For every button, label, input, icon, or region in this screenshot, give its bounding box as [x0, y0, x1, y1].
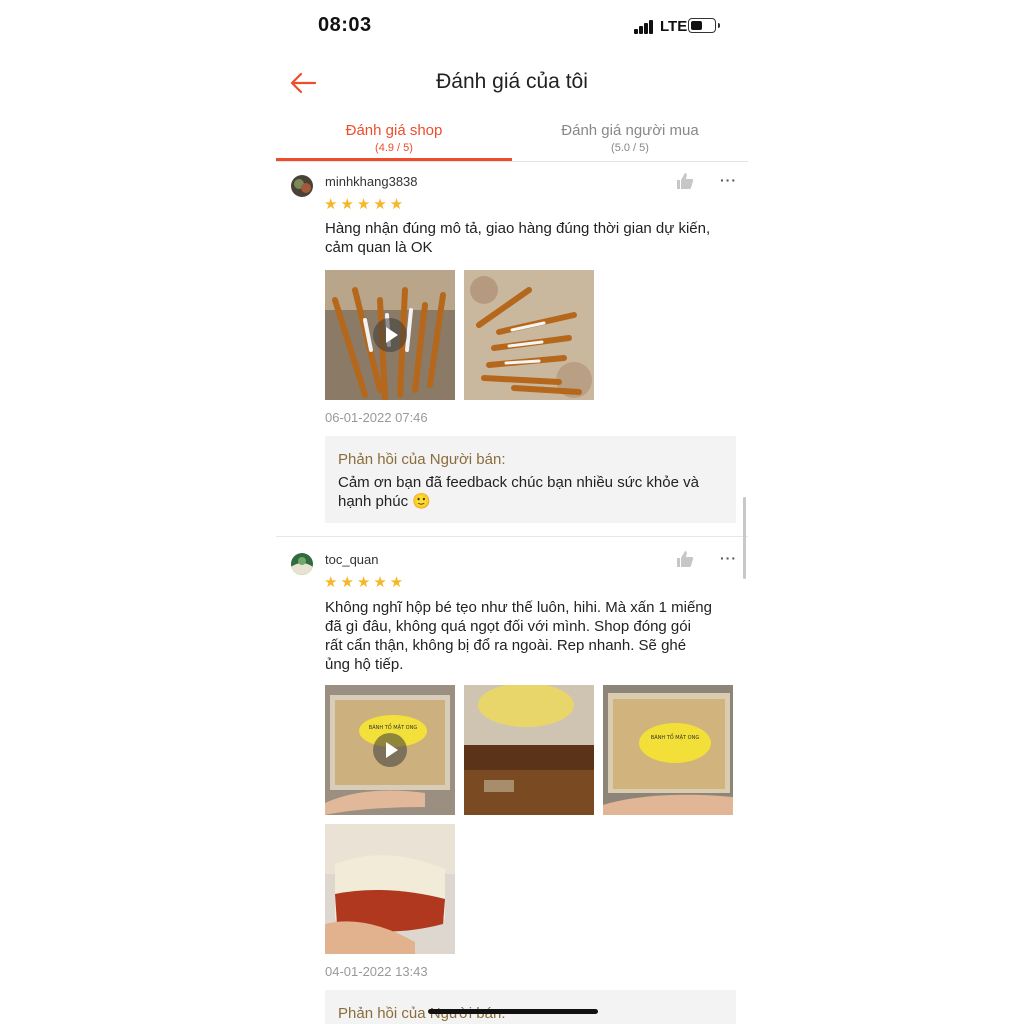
play-icon	[373, 733, 407, 767]
tab-label: Đánh giá người mua	[561, 122, 699, 139]
more-options-button[interactable]: ···	[720, 550, 737, 566]
review-text-line: cảm quan là OK	[325, 239, 433, 256]
battery-icon	[688, 18, 720, 33]
avatar[interactable]	[291, 175, 313, 197]
review-photo-thumbnail[interactable]	[464, 685, 594, 815]
review-text-line: Hàng nhận đúng mô tả, giao hàng đúng thờ…	[325, 220, 711, 237]
star-rating: ★★★★★	[324, 196, 407, 213]
reply-text-line: Cảm ơn bạn đã feedback chúc bạn nhiều sứ…	[338, 474, 699, 491]
review-video-thumbnail[interactable]: BÁNH TỔ MẬT ONG	[325, 685, 455, 815]
like-button[interactable]	[676, 550, 694, 568]
review-date: 04-01-2022 13:43	[325, 964, 428, 979]
tab-label: Đánh giá shop	[345, 122, 443, 139]
divider	[276, 161, 748, 162]
reply-title: Phản hồi của Người bán:	[338, 451, 506, 468]
scrollbar[interactable]	[743, 497, 746, 579]
review-text-line: Không nghĩ hộp bé tẹo như thế luôn, hihi…	[325, 599, 712, 616]
tab-buyer-reviews[interactable]: Đánh giá người mua (5.0 / 5)	[512, 122, 748, 154]
review-date: 06-01-2022 07:46	[325, 410, 428, 425]
review-photo-thumbnail[interactable]	[325, 824, 455, 954]
review-text: Không nghĩ hộp bé tẹo như thế luôn, hihi…	[325, 598, 740, 674]
tab-rating: (5.0 / 5)	[611, 142, 649, 154]
reply-text: Cảm ơn bạn đã feedback chúc bạn nhiều sứ…	[338, 473, 728, 511]
review-photo-thumbnail[interactable]	[464, 270, 594, 400]
review-text-line: đã gì đâu, không quá ngọt đối với mình. …	[325, 618, 691, 635]
review-text: Hàng nhận đúng mô tả, giao hàng đúng thờ…	[325, 219, 740, 257]
like-button[interactable]	[676, 172, 694, 190]
avatar[interactable]	[291, 553, 313, 575]
seller-reply: Phản hồi của Người bán: Cảm ơn bạn đã fe…	[325, 436, 736, 523]
thumbs-up-icon	[677, 173, 694, 189]
more-options-button[interactable]: ···	[720, 172, 737, 188]
page-title: Đánh giá của tôi	[436, 70, 588, 93]
tab-shop-reviews[interactable]: Đánh giá shop (4.9 / 5)	[276, 122, 512, 154]
seller-reply: Phản hồi của Người bán:	[325, 990, 736, 1024]
home-indicator[interactable]	[428, 1009, 598, 1014]
play-icon	[373, 318, 407, 352]
review-username[interactable]: toc_quan	[325, 552, 379, 567]
network-type: LTE	[660, 18, 688, 35]
review-username[interactable]: minhkhang3838	[325, 174, 418, 189]
star-rating: ★★★★★	[324, 574, 407, 591]
divider	[276, 536, 748, 537]
sticker-text: BÁNH TỔ MẬT ONG	[369, 723, 418, 731]
review-photo-thumbnail[interactable]: BÁNH TỔ MẬT ONG	[603, 685, 733, 815]
reply-text-line: hạnh phúc 🙂	[338, 493, 431, 510]
more-options-icon: ···	[720, 172, 737, 188]
review-text-line: rất cẩn thận, không bị đổ ra ngoài. Rep …	[325, 637, 687, 654]
review-video-thumbnail[interactable]	[325, 270, 455, 400]
sticker-text: BÁNH TỔ MẬT ONG	[651, 733, 700, 741]
review-text-line: ủng hộ tiếp.	[325, 656, 404, 673]
more-options-icon: ···	[720, 550, 737, 566]
tab-rating: (4.9 / 5)	[375, 142, 413, 154]
signal-icon	[634, 20, 656, 34]
status-time: 08:03	[318, 14, 372, 36]
thumbs-up-icon	[677, 551, 694, 567]
